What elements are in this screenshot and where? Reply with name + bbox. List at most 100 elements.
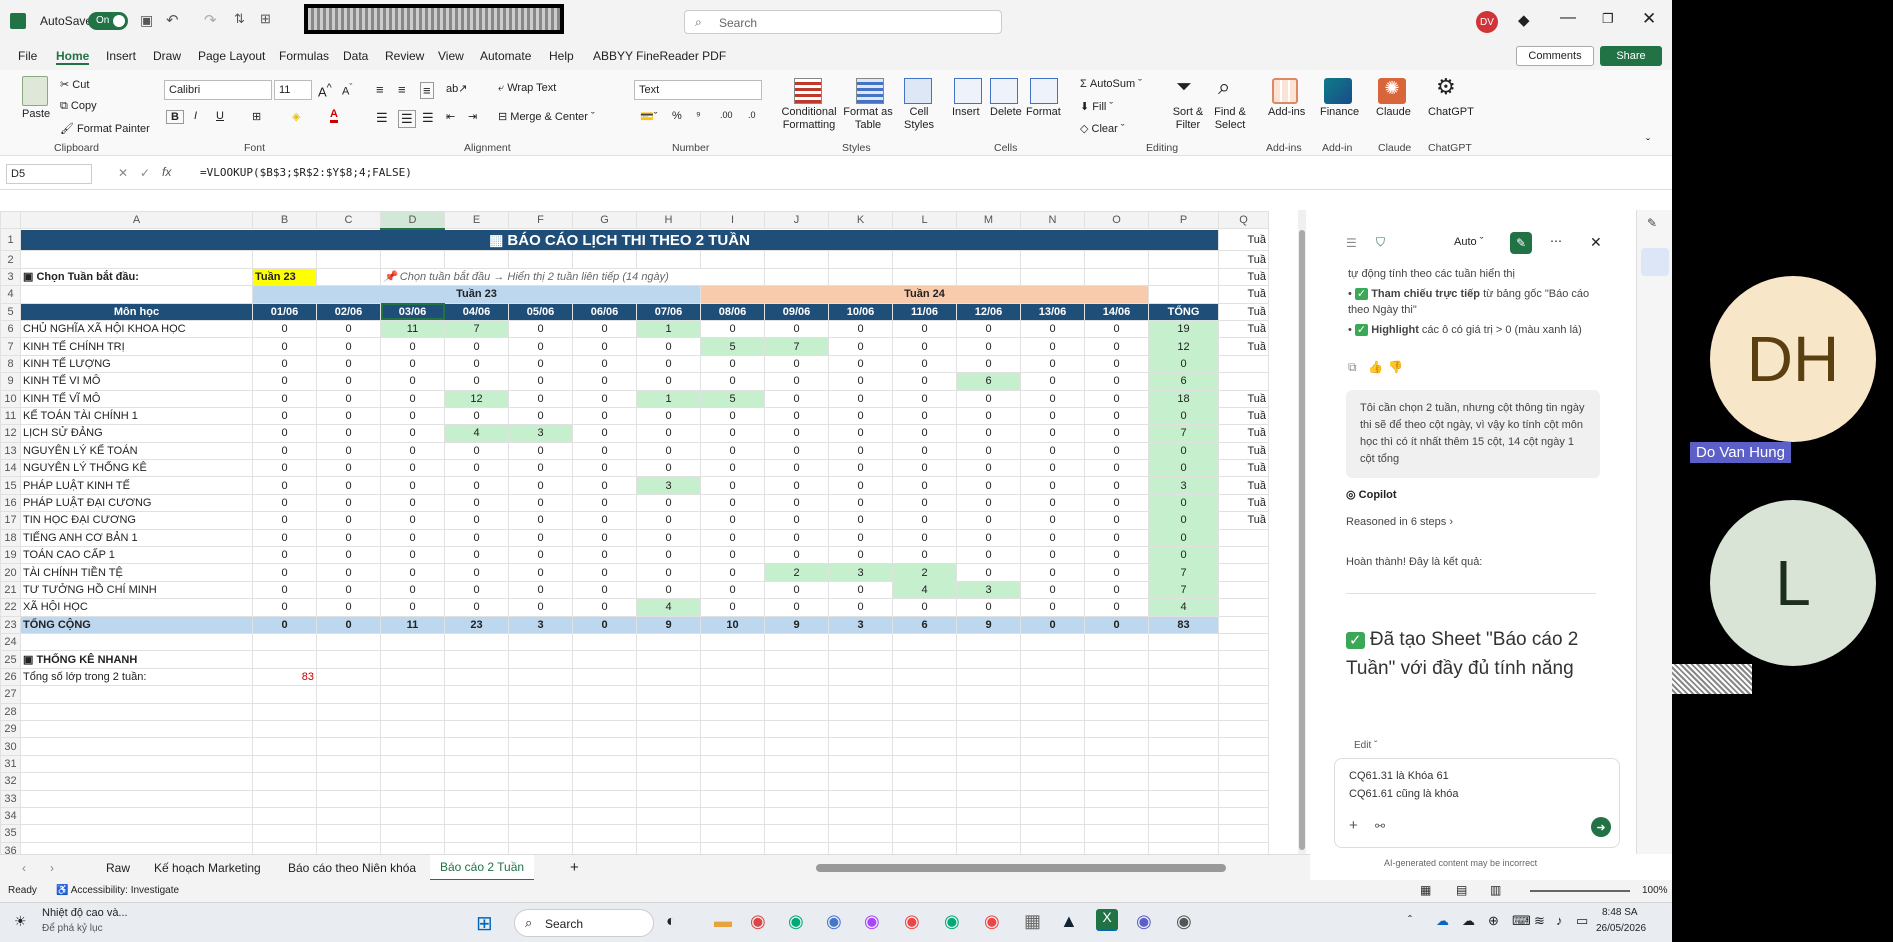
date-header[interactable]: 04/06	[444, 302, 509, 321]
normal-view-icon[interactable]: ▦	[1420, 883, 1431, 897]
cell[interactable]	[956, 789, 1021, 808]
cell[interactable]	[252, 806, 317, 826]
cell[interactable]	[956, 754, 1021, 774]
cell[interactable]	[572, 789, 637, 808]
row-header[interactable]: 5	[0, 302, 21, 321]
cell[interactable]	[1148, 719, 1219, 739]
exam-count-cell[interactable]: 0	[828, 354, 893, 374]
row-header[interactable]: 3	[0, 267, 21, 287]
column-total-cell[interactable]: 0	[572, 615, 637, 634]
cell[interactable]	[20, 789, 253, 808]
exam-count-cell[interactable]: 0	[380, 580, 445, 600]
cell[interactable]	[1218, 702, 1269, 721]
row-total-cell[interactable]: 0	[1148, 546, 1219, 565]
cell[interactable]	[316, 685, 381, 704]
row-header[interactable]: 34	[0, 806, 21, 826]
exam-count-cell[interactable]: 0	[636, 337, 701, 356]
exam-count-cell[interactable]: 0	[892, 372, 957, 391]
page-break-icon[interactable]: ▥	[1490, 883, 1501, 897]
date-header[interactable]: 06/06	[572, 302, 637, 321]
exam-count-cell[interactable]: 0	[1084, 493, 1149, 513]
delete-cells-button[interactable]: Delete	[990, 106, 1022, 118]
row-total-cell[interactable]: 7	[1148, 563, 1219, 582]
cell[interactable]	[1218, 598, 1269, 617]
cell[interactable]	[764, 250, 829, 269]
app-3-icon[interactable]: ▲	[1060, 911, 1078, 932]
row-total-cell[interactable]: 0	[1148, 354, 1219, 374]
exam-count-cell[interactable]: 0	[636, 459, 701, 478]
exam-count-cell[interactable]: 0	[956, 459, 1021, 478]
exam-count-cell[interactable]: 0	[252, 406, 317, 426]
cell[interactable]	[20, 250, 253, 269]
cell[interactable]	[956, 632, 1021, 652]
exam-count-cell[interactable]: 0	[444, 372, 509, 391]
exam-count-cell[interactable]: 0	[1020, 372, 1085, 391]
file-explorer-icon[interactable]: ▬	[714, 911, 732, 932]
cell[interactable]	[1148, 702, 1219, 721]
exam-count-cell[interactable]: 0	[1020, 493, 1085, 513]
column-total-cell[interactable]: 0	[1020, 615, 1085, 634]
exam-count-cell[interactable]: 0	[380, 598, 445, 617]
exam-count-cell[interactable]: 0	[956, 354, 1021, 374]
cell[interactable]	[380, 650, 445, 669]
cell[interactable]	[316, 824, 381, 843]
exam-count-cell[interactable]: 0	[572, 424, 637, 443]
exam-count-cell[interactable]: 0	[956, 337, 1021, 356]
cell[interactable]	[508, 250, 573, 269]
cell[interactable]	[1084, 737, 1149, 756]
exam-count-cell[interactable]: 0	[956, 598, 1021, 617]
exam-count-cell[interactable]: 0	[764, 511, 829, 530]
claude-button[interactable]: Claude	[1376, 106, 1411, 118]
sheet-tab-2-tuan[interactable]: Báo cáo 2 Tuần	[430, 855, 535, 881]
vertical-scrollbar[interactable]	[1298, 210, 1306, 854]
cell[interactable]	[1148, 632, 1219, 652]
cell[interactable]	[20, 737, 253, 756]
cell[interactable]	[1084, 667, 1149, 687]
cell[interactable]	[700, 650, 765, 669]
cell[interactable]	[252, 772, 317, 791]
cell[interactable]	[956, 667, 1021, 687]
cell[interactable]	[316, 754, 381, 774]
sheet-tab-nien-khoa[interactable]: Báo cáo theo Niên khóa	[288, 861, 416, 875]
cell[interactable]	[316, 772, 381, 791]
row-header[interactable]: 21	[0, 580, 21, 600]
cell[interactable]	[444, 632, 509, 652]
row-header[interactable]: 33	[0, 789, 21, 808]
grand-total-cell[interactable]: 83	[1148, 615, 1219, 634]
exam-count-cell[interactable]: 5	[700, 389, 765, 408]
exam-count-cell[interactable]: 0	[956, 441, 1021, 461]
cell[interactable]	[380, 754, 445, 774]
exam-count-cell[interactable]: 0	[892, 389, 957, 408]
cell[interactable]	[828, 824, 893, 843]
offsheet-week-cell[interactable]: Tuầ	[1218, 511, 1269, 530]
exam-count-cell[interactable]: 0	[444, 337, 509, 356]
cell[interactable]	[1020, 250, 1085, 269]
exam-count-cell[interactable]: 5	[700, 337, 765, 356]
wrap-text-button[interactable]: ⤶ Wrap Text	[498, 82, 556, 95]
wifi-icon[interactable]: ≋	[1534, 913, 1545, 929]
collapse-ribbon-icon[interactable]: ˇ	[1646, 136, 1650, 150]
column-header[interactable]: L	[892, 210, 957, 230]
exam-count-cell[interactable]: 0	[1084, 424, 1149, 443]
exam-count-cell[interactable]: 0	[572, 528, 637, 548]
exam-count-cell[interactable]: 0	[252, 441, 317, 461]
exam-count-cell[interactable]: 0	[572, 389, 637, 408]
cell[interactable]	[1218, 615, 1269, 634]
cell[interactable]	[956, 702, 1021, 721]
cell[interactable]	[1218, 632, 1269, 652]
exam-count-cell[interactable]: 0	[828, 598, 893, 617]
report-title[interactable]: ▦ BÁO CÁO LỊCH THI THEO 2 TUẦN	[20, 228, 1219, 252]
cell[interactable]	[252, 702, 317, 721]
cell[interactable]	[1148, 685, 1219, 704]
cell[interactable]	[20, 685, 253, 704]
number-format-select[interactable]: Text	[634, 80, 762, 100]
column-total-cell[interactable]: 0	[252, 615, 317, 634]
row-header[interactable]: 18	[0, 528, 21, 548]
exam-count-cell[interactable]: 0	[1084, 563, 1149, 582]
exam-count-cell[interactable]: 0	[380, 441, 445, 461]
format-as-table-button[interactable]: Format as Table	[840, 106, 896, 132]
exam-count-cell[interactable]: 0	[956, 511, 1021, 530]
cell[interactable]	[1084, 632, 1149, 652]
onedrive-icon[interactable]: ☁	[1436, 913, 1449, 929]
exam-count-cell[interactable]: 0	[252, 354, 317, 374]
